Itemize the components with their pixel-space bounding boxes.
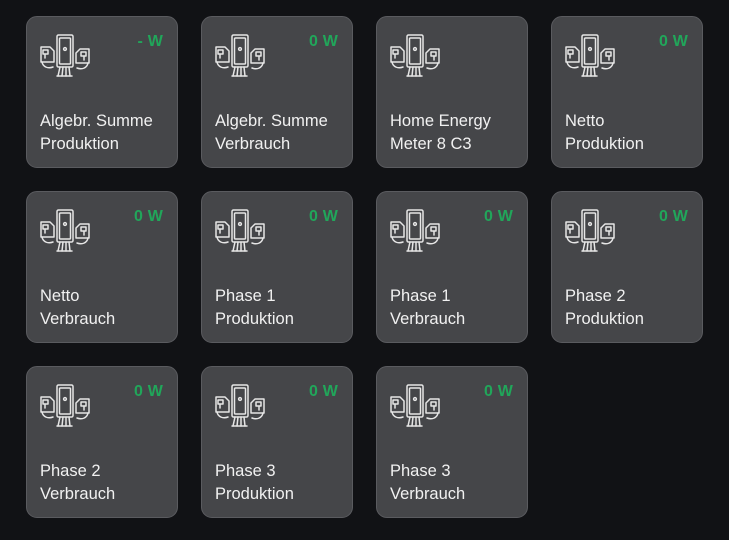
device-tile[interactable]: 0 W Phase 1 Produktion <box>201 191 353 343</box>
energy-meter-icon <box>563 207 617 257</box>
device-label: Phase 1 Verbrauch <box>390 285 519 331</box>
device-tile[interactable]: 0 W Phase 3 Verbrauch <box>376 366 528 518</box>
device-label-line1: Phase 3 <box>215 462 276 480</box>
device-tile[interactable]: 0 W Netto Verbrauch <box>26 191 178 343</box>
device-label-line1: Netto <box>40 287 80 305</box>
power-value: 0 W <box>308 208 338 225</box>
device-label-line2: Verbrauch <box>390 310 466 328</box>
power-value: 0 W <box>483 383 513 400</box>
device-label-line1: Algebr. Summe <box>40 112 153 130</box>
device-label-line1: Phase 1 <box>215 287 276 305</box>
device-label-line2: Produktion <box>565 135 644 153</box>
energy-meter-icon <box>38 32 92 82</box>
device-tile[interactable]: 0 W Phase 2 Verbrauch <box>26 366 178 518</box>
device-label-line1: Phase 3 <box>390 462 451 480</box>
energy-meter-icon <box>388 32 442 82</box>
device-label: Phase 3 Verbrauch <box>390 460 519 506</box>
device-label-line1: Phase 2 <box>40 462 101 480</box>
device-tile[interactable]: Home Energy Meter 8 C3 <box>376 16 528 168</box>
energy-meter-icon <box>213 207 267 257</box>
device-label-line2: Produktion <box>40 135 119 153</box>
device-label: Phase 3 Produktion <box>215 460 344 506</box>
energy-meter-icon <box>38 382 92 432</box>
energy-meter-icon <box>213 382 267 432</box>
device-label-line2: Produktion <box>215 310 294 328</box>
device-label-line1: Phase 1 <box>390 287 451 305</box>
device-tile[interactable]: 0 W Phase 3 Produktion <box>201 366 353 518</box>
device-label: Phase 2 Produktion <box>565 285 694 331</box>
device-label: Netto Produktion <box>565 110 694 156</box>
power-value: 0 W <box>658 208 688 225</box>
energy-meter-icon <box>388 382 442 432</box>
device-tile-grid: - W Algebr. Summe Produktion 0 W Algebr. Su… <box>26 16 703 518</box>
device-label-line2: Verbrauch <box>215 135 291 153</box>
device-label-line2: Verbrauch <box>390 485 466 503</box>
device-label-line2: Verbrauch <box>40 310 116 328</box>
device-label: Algebr. Summe Produktion <box>40 110 169 156</box>
device-tile[interactable]: - W Algebr. Summe Produktion <box>26 16 178 168</box>
device-label: Netto Verbrauch <box>40 285 169 331</box>
device-label-line1: Home Energy <box>390 112 491 130</box>
device-label: Phase 2 Verbrauch <box>40 460 169 506</box>
device-tile[interactable]: 0 W Phase 1 Verbrauch <box>376 191 528 343</box>
device-label-line2: Produktion <box>565 310 644 328</box>
power-value: 0 W <box>658 33 688 50</box>
device-label: Home Energy Meter 8 C3 <box>390 110 519 156</box>
device-label-line1: Algebr. Summe <box>215 112 328 130</box>
energy-meter-icon <box>38 207 92 257</box>
device-label-line2: Verbrauch <box>40 485 116 503</box>
power-value: 0 W <box>308 33 338 50</box>
device-tile[interactable]: 0 W Algebr. Summe Verbrauch <box>201 16 353 168</box>
device-label: Phase 1 Produktion <box>215 285 344 331</box>
device-tile[interactable]: 0 W Phase 2 Produktion <box>551 191 703 343</box>
device-label: Algebr. Summe Verbrauch <box>215 110 344 156</box>
energy-meter-icon <box>388 207 442 257</box>
device-label-line2: Produktion <box>215 485 294 503</box>
energy-meter-icon <box>213 32 267 82</box>
power-value: 0 W <box>133 383 163 400</box>
power-value: - W <box>137 33 163 50</box>
energy-meter-icon <box>563 32 617 82</box>
device-label-line2: Meter 8 C3 <box>390 135 472 153</box>
power-value: 0 W <box>308 383 338 400</box>
device-label-line1: Phase 2 <box>565 287 626 305</box>
power-value: 0 W <box>483 208 513 225</box>
device-tile[interactable]: 0 W Netto Produktion <box>551 16 703 168</box>
power-value: 0 W <box>133 208 163 225</box>
device-label-line1: Netto <box>565 112 605 130</box>
